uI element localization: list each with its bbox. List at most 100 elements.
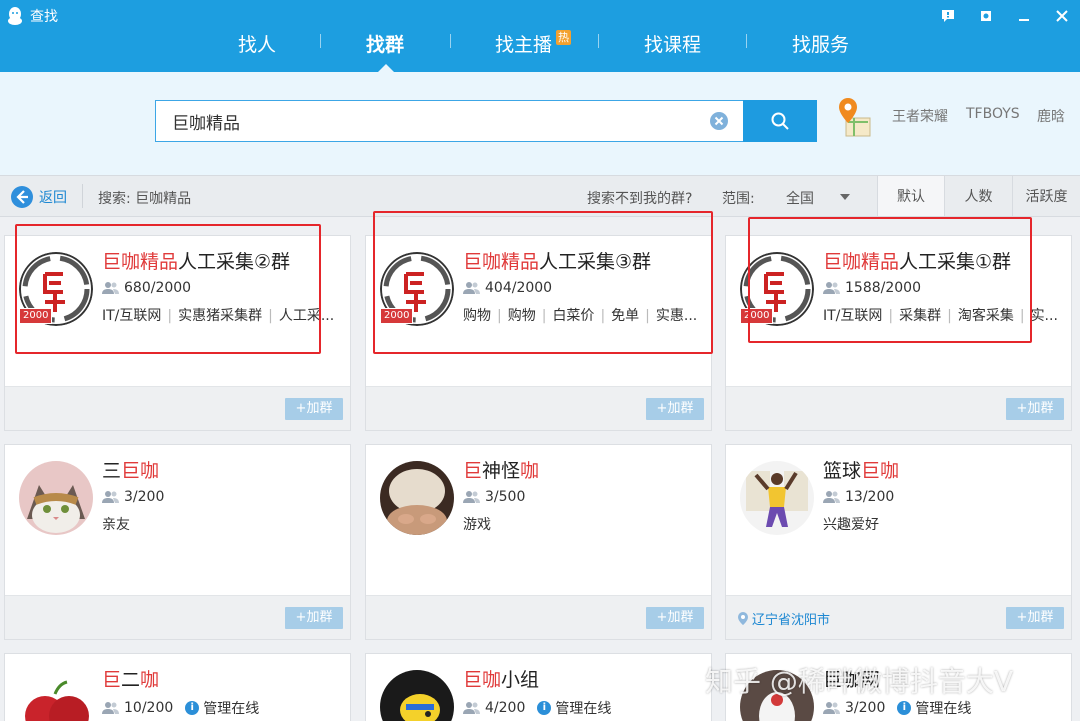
members-icon	[102, 491, 119, 503]
members-icon	[463, 491, 480, 503]
card-footer: +加群	[5, 595, 350, 639]
tag: 亲友	[102, 517, 130, 533]
nav-divider	[746, 34, 747, 48]
group-title[interactable]: 巨二咖	[102, 665, 159, 692]
title-highlight: 咖	[520, 460, 540, 482]
title-middle: 二	[121, 669, 141, 691]
tab-find-streamers[interactable]: 找主播热	[495, 30, 572, 57]
member-count-value: 3/200	[845, 700, 886, 716]
annotation-box	[373, 211, 713, 354]
search-button[interactable]	[743, 100, 817, 142]
card-footer: +加群	[366, 595, 711, 639]
info-icon: i	[897, 701, 912, 715]
hot-keyword[interactable]: 鹿晗	[1037, 106, 1065, 126]
members-icon	[823, 491, 840, 503]
nav-divider	[598, 34, 599, 48]
member-count-value: 13/200	[845, 489, 895, 505]
group-avatar	[19, 461, 93, 535]
title-highlight: 巨咖	[463, 669, 502, 691]
location-pin-icon	[738, 612, 748, 625]
member-count: 4/200 i 管理在线	[463, 698, 611, 718]
window-controls	[936, 4, 1074, 28]
members-icon	[102, 702, 119, 714]
group-card[interactable]: 巨神怪咖 3/500 游戏 +加群	[365, 444, 712, 640]
search-query-label: 搜索: 巨咖精品	[98, 191, 192, 207]
member-count-value: 3/200	[124, 489, 165, 505]
search-icon	[771, 112, 789, 130]
join-group-button[interactable]: +加群	[1006, 607, 1064, 629]
title-rest: 小组	[501, 669, 540, 691]
group-card[interactable]: 巨咖小组 4/200 i 管理在线	[365, 653, 712, 721]
search-area: 王者荣耀 TFBOYS 鹿晗	[0, 72, 1080, 175]
location-map-icon[interactable]	[836, 96, 874, 140]
nav-divider	[320, 34, 321, 48]
hot-keyword[interactable]: TFBOYS	[966, 106, 1020, 122]
join-group-button[interactable]: +加群	[285, 607, 343, 629]
range-label: 范围:	[722, 191, 755, 207]
group-tags: 游戏	[463, 514, 707, 534]
tab-find-groups[interactable]: 找群	[366, 30, 404, 57]
title-bar: 查找 找人 找群 找主播热 找课程 找服务	[0, 0, 1080, 72]
sort-tab-default[interactable]: 默认	[877, 176, 944, 216]
title-prefix: 篮球	[823, 460, 862, 482]
divider	[82, 184, 83, 208]
annotation-box	[15, 224, 321, 354]
group-card[interactable]: 篮球巨咖 13/200 兴趣爱好 辽宁省沈阳市 +加群	[725, 444, 1072, 640]
title-highlight: 巨咖	[121, 460, 160, 482]
member-count-value: 10/200	[124, 700, 174, 716]
admin-online-label: 管理在线	[915, 701, 972, 717]
member-count: 3/200	[102, 489, 164, 505]
title-highlight: 咖	[140, 669, 160, 691]
group-avatar	[740, 461, 814, 535]
tab-find-courses[interactable]: 找课程	[644, 30, 701, 57]
hot-keyword[interactable]: 王者荣耀	[892, 106, 948, 126]
annotation-box	[748, 217, 1032, 343]
hot-badge: 热	[556, 30, 572, 45]
member-count-value: 4/200	[485, 700, 526, 716]
member-count: 13/200	[823, 489, 894, 505]
group-card[interactable]: 巨二咖 10/200 i 管理在线	[4, 653, 351, 721]
minimize-icon[interactable]	[1012, 4, 1036, 28]
cant-find-link[interactable]: 搜索不到我的群?	[587, 188, 692, 208]
sort-tab-activity[interactable]: 活跃度	[1012, 176, 1080, 216]
join-group-button[interactable]: +加群	[285, 398, 343, 420]
tab-find-streamers-label: 找主播	[495, 34, 553, 56]
admin-online: i 管理在线	[897, 698, 971, 718]
group-location[interactable]: 辽宁省沈阳市	[738, 609, 830, 628]
member-count: 3/500	[463, 489, 525, 505]
chevron-down-icon	[840, 194, 850, 200]
sort-tab-members[interactable]: 人数	[944, 176, 1012, 216]
search-input[interactable]	[172, 101, 692, 141]
group-avatar	[380, 461, 454, 535]
nav-divider	[450, 34, 451, 48]
group-avatar	[380, 670, 454, 721]
tag: 游戏	[463, 517, 491, 533]
close-icon[interactable]	[1050, 4, 1074, 28]
join-group-button[interactable]: +加群	[646, 607, 704, 629]
tab-find-services[interactable]: 找服务	[792, 30, 849, 57]
tag: 兴趣爱好	[823, 517, 879, 533]
group-title[interactable]: 篮球巨咖	[823, 456, 899, 483]
skin-icon[interactable]	[974, 4, 998, 28]
watermark: 知乎 @稀畔微博抖音大V	[705, 665, 1014, 698]
title-prefix: 三	[102, 460, 122, 482]
title-highlight: 巨	[463, 460, 483, 482]
group-title[interactable]: 巨神怪咖	[463, 456, 539, 483]
group-tags: 兴趣爱好	[823, 514, 1067, 534]
group-title[interactable]: 巨咖小组	[463, 665, 539, 692]
range-select[interactable]: 全国	[786, 188, 866, 208]
tab-find-people[interactable]: 找人	[238, 30, 276, 57]
join-group-button[interactable]: +加群	[646, 398, 704, 420]
group-card[interactable]: 三巨咖 3/200 亲友 +加群	[4, 444, 351, 640]
join-group-button[interactable]: +加群	[1006, 398, 1064, 420]
card-footer: +加群	[5, 386, 350, 430]
active-tab-indicator	[378, 64, 394, 72]
feedback-icon[interactable]	[936, 4, 960, 28]
info-icon: i	[537, 701, 552, 715]
back-button[interactable]: 返回	[10, 185, 67, 209]
member-count: 3/200 i 管理在线	[823, 698, 971, 718]
group-title[interactable]: 三巨咖	[102, 456, 159, 483]
back-label: 返回	[39, 190, 67, 206]
clear-icon[interactable]	[709, 111, 729, 131]
group-tags: 亲友	[102, 514, 346, 534]
